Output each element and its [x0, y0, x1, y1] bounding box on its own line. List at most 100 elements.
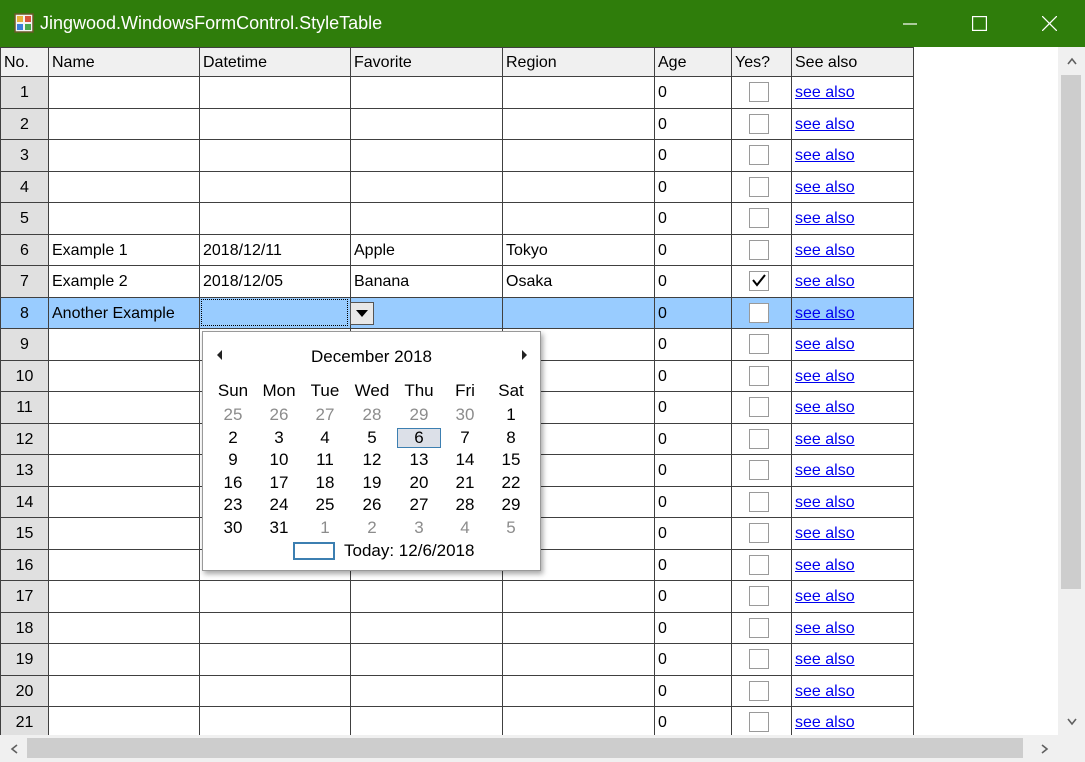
- see-also-link[interactable]: see also: [795, 305, 855, 322]
- calendar-day[interactable]: 26: [350, 495, 394, 515]
- see-also-link[interactable]: see also: [795, 525, 855, 542]
- see-also-link[interactable]: see also: [795, 147, 855, 164]
- region-cell[interactable]: [503, 676, 655, 707]
- datetime-cell[interactable]: [200, 298, 374, 329]
- yes-checkbox[interactable]: [749, 114, 769, 134]
- calendar-day[interactable]: 31: [257, 518, 301, 538]
- datetime-editor[interactable]: [201, 299, 348, 326]
- name-cell[interactable]: [49, 613, 200, 644]
- favorite-cell[interactable]: [351, 203, 503, 235]
- scroll-left-button[interactable]: [0, 735, 27, 762]
- see-also-link[interactable]: see also: [795, 588, 855, 605]
- calendar-day[interactable]: 24: [257, 495, 301, 515]
- datetime-cell[interactable]: [200, 644, 351, 676]
- age-cell[interactable]: 0: [655, 298, 732, 329]
- calendar-day[interactable]: 26: [257, 405, 301, 425]
- age-cell[interactable]: 0: [655, 109, 732, 140]
- age-cell[interactable]: 0: [655, 235, 732, 266]
- calendar-day[interactable]: 25: [303, 495, 347, 515]
- datetime-cell[interactable]: [200, 613, 351, 644]
- yes-checkbox[interactable]: [749, 366, 769, 386]
- see-also-link[interactable]: see also: [795, 651, 855, 668]
- datetime-cell[interactable]: 2018/12/11: [200, 235, 351, 266]
- name-cell[interactable]: Example 1: [49, 235, 200, 266]
- calendar-day[interactable]: 2: [350, 518, 394, 538]
- age-cell[interactable]: 0: [655, 487, 732, 518]
- see-also-link[interactable]: see also: [795, 557, 855, 574]
- row-header[interactable]: 19: [0, 644, 49, 676]
- yes-checkbox[interactable]: [749, 492, 769, 512]
- row-header[interactable]: 20: [0, 676, 49, 707]
- see-also-link[interactable]: see also: [795, 368, 855, 385]
- region-cell[interactable]: [503, 77, 655, 109]
- yes-checkbox[interactable]: [749, 397, 769, 417]
- favorite-cell[interactable]: [351, 676, 503, 707]
- see-also-link[interactable]: see also: [795, 336, 855, 353]
- datetime-cell[interactable]: [200, 676, 351, 707]
- calendar-day[interactable]: 4: [303, 428, 347, 448]
- region-cell[interactable]: [503, 172, 655, 203]
- age-cell[interactable]: 0: [655, 550, 732, 581]
- maximize-button[interactable]: [944, 0, 1014, 47]
- row-header[interactable]: 15: [0, 518, 49, 550]
- calendar-day[interactable]: 7: [443, 428, 487, 448]
- calendar-day[interactable]: 2: [211, 428, 255, 448]
- column-header-no[interactable]: No.: [0, 47, 49, 77]
- calendar-day[interactable]: 9: [211, 450, 255, 470]
- age-cell[interactable]: 0: [655, 455, 732, 487]
- region-cell[interactable]: [503, 581, 655, 613]
- age-cell[interactable]: 0: [655, 644, 732, 676]
- see-also-link[interactable]: see also: [795, 399, 855, 416]
- name-cell[interactable]: [49, 487, 200, 518]
- see-also-link[interactable]: see also: [795, 714, 855, 731]
- calendar-day[interactable]: 30: [211, 518, 255, 538]
- calendar-day-today[interactable]: 6: [397, 428, 441, 448]
- region-cell[interactable]: [503, 298, 655, 329]
- age-cell[interactable]: 0: [655, 581, 732, 613]
- see-also-link[interactable]: see also: [795, 116, 855, 133]
- minimize-button[interactable]: [875, 0, 945, 47]
- datetime-cell[interactable]: [200, 203, 351, 235]
- favorite-cell[interactable]: [351, 172, 503, 203]
- calendar-month-title[interactable]: December 2018: [203, 347, 540, 367]
- favorite-cell[interactable]: [351, 644, 503, 676]
- vertical-scroll-thumb[interactable]: [1061, 75, 1081, 589]
- age-cell[interactable]: 0: [655, 392, 732, 424]
- age-cell[interactable]: 0: [655, 140, 732, 172]
- see-also-link[interactable]: see also: [795, 431, 855, 448]
- calendar-day[interactable]: 27: [397, 495, 441, 515]
- calendar-day[interactable]: 8: [489, 428, 533, 448]
- row-header[interactable]: 5: [0, 203, 49, 235]
- name-cell[interactable]: [49, 644, 200, 676]
- yes-checkbox[interactable]: [749, 523, 769, 543]
- datetime-cell[interactable]: 2018/12/05: [200, 266, 351, 298]
- see-also-link[interactable]: see also: [795, 84, 855, 101]
- region-cell[interactable]: [503, 644, 655, 676]
- age-cell[interactable]: 0: [655, 676, 732, 707]
- row-header[interactable]: 6: [0, 235, 49, 266]
- age-cell[interactable]: 0: [655, 361, 732, 392]
- row-header[interactable]: 3: [0, 140, 49, 172]
- yes-checkbox[interactable]: [749, 649, 769, 669]
- region-cell[interactable]: Osaka: [503, 266, 655, 298]
- column-header-datetime[interactable]: Datetime: [200, 47, 351, 77]
- yes-checkbox[interactable]: [749, 712, 769, 732]
- row-header[interactable]: 9: [0, 329, 49, 361]
- datetime-dropdown-button[interactable]: [350, 302, 374, 325]
- calendar-day[interactable]: 30: [443, 405, 487, 425]
- calendar-day[interactable]: 28: [443, 495, 487, 515]
- calendar-day[interactable]: 5: [489, 518, 533, 538]
- datetime-cell[interactable]: [200, 581, 351, 613]
- row-header[interactable]: 13: [0, 455, 49, 487]
- name-cell[interactable]: [49, 203, 200, 235]
- yes-checkbox[interactable]: [749, 82, 769, 102]
- datetime-cell[interactable]: [200, 77, 351, 109]
- region-cell[interactable]: [503, 140, 655, 172]
- yes-checkbox[interactable]: [749, 586, 769, 606]
- name-cell[interactable]: [49, 455, 200, 487]
- yes-checkbox[interactable]: [749, 429, 769, 449]
- name-cell[interactable]: [49, 550, 200, 581]
- calendar-day[interactable]: 29: [397, 405, 441, 425]
- name-cell[interactable]: [49, 77, 200, 109]
- column-header-name[interactable]: Name: [49, 47, 200, 77]
